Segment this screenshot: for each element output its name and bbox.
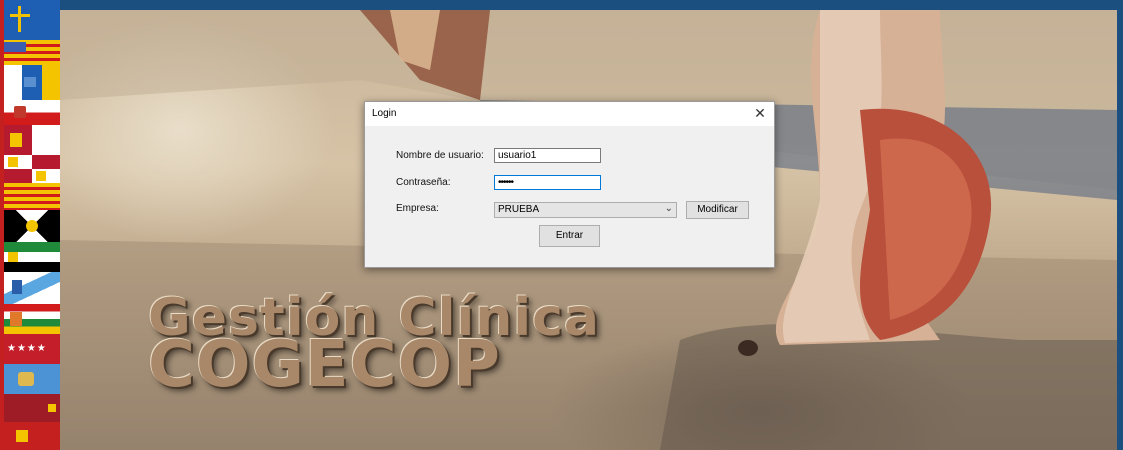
app-logo-brand: COGECOP <box>148 328 501 402</box>
right-strip <box>1117 0 1123 450</box>
company-select-value: PRUEBA <box>498 204 540 215</box>
asturias-flag <box>4 0 60 40</box>
melilla-flag <box>4 364 60 394</box>
password-field[interactable]: •••••• <box>494 175 601 190</box>
dialog-titlebar[interactable]: Login ✕ <box>365 102 774 126</box>
password-label: Contraseña: <box>396 177 451 188</box>
extremadura-flag <box>4 242 60 272</box>
close-icon[interactable]: ✕ <box>750 103 770 123</box>
chevron-down-icon: ⌄ <box>664 203 673 214</box>
la-rioja-flag <box>4 304 60 334</box>
galicia-flag <box>4 272 60 304</box>
aragon-flag <box>4 40 60 65</box>
canarias-flag <box>4 65 60 100</box>
cataluna-flag <box>4 183 60 210</box>
company-label: Empresa: <box>396 203 439 214</box>
castilla-leon-flag <box>4 155 60 183</box>
murcia-flag <box>4 394 60 422</box>
username-label: Nombre de usuario: <box>396 150 484 161</box>
login-dialog: Login ✕ Nombre de usuario: usuario1 Cont… <box>364 101 775 268</box>
company-select[interactable]: PRUEBA ⌄ <box>494 202 677 218</box>
enter-button[interactable]: Entrar <box>539 225 600 247</box>
top-strip <box>0 0 1123 10</box>
navarra-flag <box>4 422 60 450</box>
cantabria-flag <box>4 100 60 125</box>
dialog-title: Login <box>372 108 397 119</box>
region-flags: ★★★★ <box>0 0 60 450</box>
madrid-flag: ★★★★ <box>4 334 60 364</box>
castilla-la-mancha-flag <box>4 125 60 155</box>
modify-button[interactable]: Modificar <box>686 201 749 219</box>
username-field[interactable]: usuario1 <box>494 148 601 163</box>
ceuta-flag <box>4 210 60 242</box>
